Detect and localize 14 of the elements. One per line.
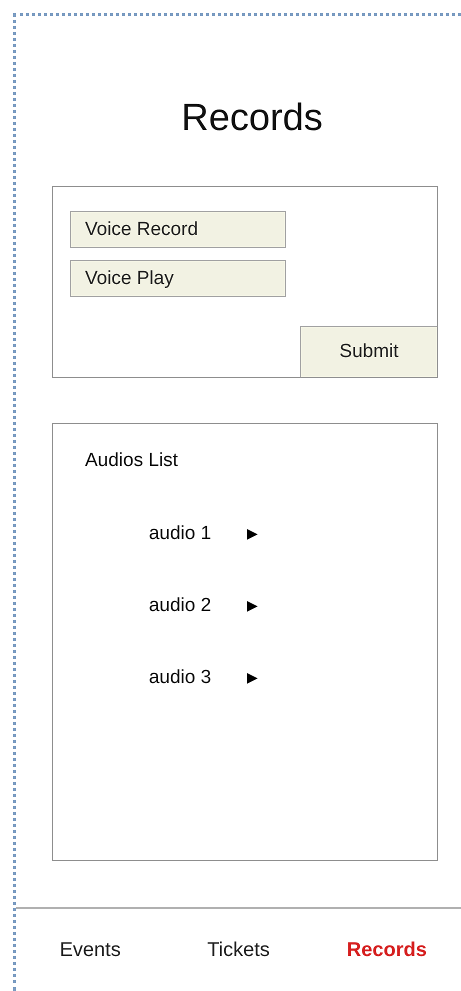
audio-name: audio 1 <box>148 523 212 545</box>
page-title: Records <box>180 96 324 140</box>
play-button[interactable]: ▶ <box>247 526 258 542</box>
list-heading: Audios List <box>85 450 179 472</box>
submit-button[interactable]: Submit <box>300 326 437 377</box>
tab[interactable]: Tickets <box>164 938 313 962</box>
tab[interactable]: Events <box>16 938 164 962</box>
audio-name: audio 2 <box>148 595 212 617</box>
voice-button[interactable]: Voice Play <box>70 260 286 297</box>
voice-button[interactable]: Voice Record <box>70 211 286 248</box>
play-button[interactable]: ▶ <box>247 598 258 614</box>
tab[interactable]: Records <box>312 938 461 962</box>
audio-name: audio 3 <box>148 667 212 689</box>
play-button[interactable]: ▶ <box>247 670 258 686</box>
